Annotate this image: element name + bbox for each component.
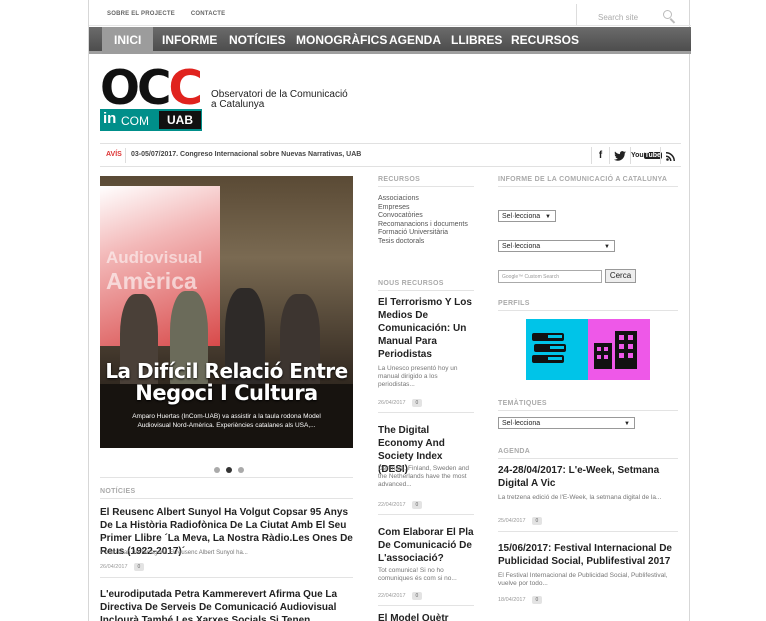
twitter-icon[interactable] (609, 147, 630, 164)
agenda-title[interactable]: 24-28/04/2017: L'e-Week, Setmana Digital… (498, 464, 680, 490)
comment-count[interactable]: 0 (411, 592, 423, 600)
top-links: SOBRE EL PROJECTE CONTACTE (107, 11, 239, 17)
contact-link[interactable]: CONTACTE (191, 11, 226, 17)
top-utility-bar: SOBRE EL PROJECTE CONTACTE Search site (89, 0, 691, 26)
agenda-title[interactable]: 15/06/2017: Festival Internacional De Pu… (498, 542, 680, 568)
site-name: Observatori de la Comunicació a Cataluny… (211, 89, 348, 110)
comment-count[interactable]: 0 (411, 399, 423, 407)
rss-icon[interactable] (660, 147, 681, 164)
about-project-link[interactable]: SOBRE EL PROJECTE (107, 11, 175, 17)
news-excerpt: + info: Diari de Tarragona El reusenc Al… (100, 550, 248, 556)
resource-date: 22/04/2017 0 (378, 501, 423, 509)
resource-link[interactable]: Convocatòries (378, 212, 474, 221)
nav-item-recursos[interactable]: RECURSOS (511, 27, 579, 54)
divider (498, 186, 678, 187)
divider (378, 412, 474, 413)
comment-count[interactable]: 0 (531, 517, 543, 525)
comment-count[interactable]: 0 (531, 596, 543, 604)
search-icon[interactable] (663, 10, 672, 19)
notice-bar: AVÍS 03-05/07/2017. Congreso Internacion… (100, 143, 681, 167)
featured-slider[interactable]: Audiovisual Amèrica La Difícil Relació E… (100, 176, 353, 448)
divider (378, 605, 474, 606)
agenda-date: 18/04/2017 0 (498, 596, 543, 604)
resource-link[interactable]: Tesis doctorals (378, 238, 474, 247)
youtube-icon[interactable]: YouTube (630, 147, 662, 164)
facebook-icon[interactable]: f (591, 147, 609, 164)
divider (100, 477, 353, 478)
slider-dot[interactable] (214, 467, 220, 473)
agenda-excerpt: La tretzena edició de l'E-Week, la setma… (498, 494, 662, 501)
section-heading-informe: INFORME DE LA COMUNICACIÓ A CATALUNYA (498, 176, 668, 183)
section-heading-agenda: AGENDA (498, 448, 531, 455)
profiles-books-tile[interactable] (526, 319, 588, 380)
nav-item-noticies[interactable]: NOTÍCIES (229, 27, 286, 54)
section-heading-nous-recursos: NOUS RECURSOS (378, 280, 444, 287)
notice-text[interactable]: 03-05/07/2017. Congreso Internacional so… (131, 151, 361, 158)
informe-select-small[interactable]: Sel·lecciona ▼ (498, 210, 556, 222)
nav-item-informe[interactable]: INFORME (162, 27, 217, 54)
profiles-buildings-tile[interactable] (588, 319, 650, 380)
section-heading-noticies: NOTÍCIES (100, 488, 136, 495)
comment-count[interactable]: 0 (411, 501, 423, 509)
agenda-date: 25/04/2017 0 (498, 517, 543, 525)
resource-excerpt: Denmark, Finland, Sweden and the Netherl… (378, 465, 470, 488)
comment-count[interactable]: 0 (133, 563, 145, 571)
divider (378, 514, 474, 515)
news-title[interactable]: L'eurodiputada Petra Kammerevert Afirma … (100, 588, 356, 621)
divider (100, 577, 353, 578)
divider (498, 310, 678, 311)
resource-link[interactable]: Recomanacions i documents (378, 221, 474, 230)
divider (378, 186, 474, 187)
resource-date: 26/04/2017 0 (378, 399, 423, 407)
nav-item-inici[interactable]: INICI (102, 27, 154, 54)
slide-title[interactable]: La Difícil Relació Entre Negoci I Cultur… (100, 360, 353, 404)
books-icon (532, 333, 566, 363)
section-heading-recursos: RECURSOS (378, 176, 421, 183)
resource-title[interactable]: El Terrorismo Y Los Medios De Comunicaci… (378, 296, 474, 361)
nav-item-llibres[interactable]: LLIBRES (451, 27, 502, 54)
page-frame: SOBRE EL PROJECTE CONTACTE Search site I… (88, 0, 691, 621)
site-search-input[interactable]: Search site (576, 4, 689, 25)
slider-dot[interactable] (226, 467, 232, 473)
main-nav: INICI INFORME NOTÍCIES MONOGRÀFICS AGEND… (89, 27, 691, 54)
incom-logo-band: in COM UAB (100, 109, 202, 131)
google-custom-search-input[interactable]: Google™ Custom Search (498, 270, 602, 283)
slide-subtitle: Amparo Huertas (InCom-UAB) va assistir a… (132, 413, 321, 429)
divider (498, 410, 678, 411)
resources-list: Associacions Empreses Convocatòries Reco… (378, 195, 474, 246)
nav-item-monografics[interactable]: MONOGRÀFICS (296, 27, 387, 54)
slider-dots (211, 460, 247, 478)
site-logo[interactable]: OCC in COM UAB (100, 61, 205, 132)
buildings-icon (594, 331, 637, 369)
section-heading-tematiques: TEMÀTIQUES (498, 400, 547, 407)
cerca-button[interactable]: Cerca (605, 269, 636, 283)
divider (498, 531, 678, 532)
resource-link[interactable]: Formació Universitària (378, 229, 474, 238)
divider (498, 458, 678, 459)
nav-item-agenda[interactable]: AGENDA (389, 27, 441, 54)
resource-link[interactable]: Associacions (378, 195, 474, 204)
resource-title[interactable]: Com Elaborar El Pla De Comunicació De L'… (378, 526, 474, 565)
resource-link[interactable]: Empreses (378, 204, 474, 213)
tematiques-select[interactable]: Sel·lecciona ▼ (498, 417, 635, 429)
slider-dot[interactable] (238, 467, 244, 473)
occ-logo-text: OCC (100, 61, 203, 116)
resource-title[interactable]: El Model Quètr (378, 612, 474, 621)
resource-date: 22/04/2017 0 (378, 592, 423, 600)
divider (378, 290, 474, 291)
news-date: 26/04/2017 0 (100, 563, 145, 571)
resource-excerpt: La Unesco presentó hoy un manual dirigid… (378, 365, 458, 388)
divider (100, 498, 353, 499)
resource-excerpt: Tot comunica! Si no ho comuniques és com… (378, 567, 457, 582)
section-heading-perfils: PERFILS (498, 300, 530, 307)
search-placeholder: Search site (598, 13, 639, 22)
informe-select-large[interactable]: Sel·lecciona ▼ (498, 240, 615, 252)
notice-label: AVÍS (106, 151, 122, 158)
agenda-excerpt: El Festival Internacional de Publicidad … (498, 572, 668, 587)
